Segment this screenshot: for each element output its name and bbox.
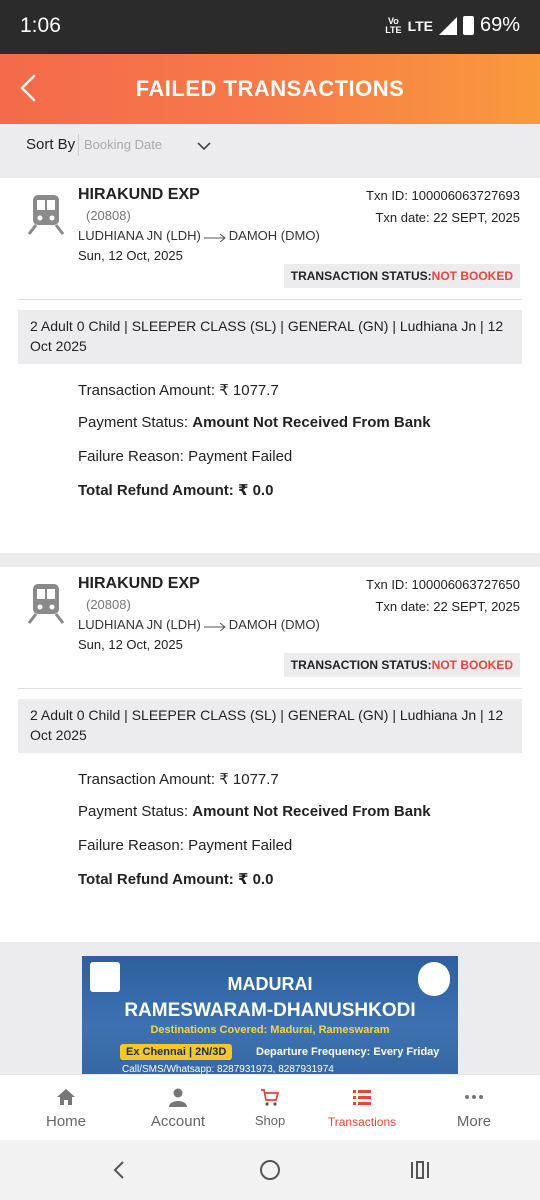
amount-row: Transaction Amount: ₹ 1077.7 xyxy=(78,382,279,399)
chevron-down-icon[interactable] xyxy=(196,138,212,154)
to-station: DAMOH (DMO) xyxy=(228,617,320,632)
person-icon xyxy=(169,1088,187,1107)
more-dots-icon xyxy=(465,1095,483,1099)
banner-contact: Call/SMS/Whatsapp: 8287931973, 828793197… xyxy=(122,1064,334,1074)
nav-label: More xyxy=(456,1113,492,1130)
banner-destinations: Destinations Covered: Madurai, Rameswara… xyxy=(150,1024,390,1036)
banner-subtitle: RAMESWARAM-DHANUSHKODI xyxy=(124,1000,416,1021)
clock: 1:06 xyxy=(20,14,61,37)
train-name: HIRAKUND EXP xyxy=(78,575,200,592)
banner-package-pill: Ex Chennai | 2N/3D xyxy=(120,1044,233,1060)
amount-row: Transaction Amount: ₹ 1077.7 xyxy=(78,771,279,788)
list-icon xyxy=(353,1090,371,1105)
txn-date: Txn date: 22 SEPT, 2025 xyxy=(375,210,520,225)
payment-status-row: Payment Status: Amount Not Received From… xyxy=(78,803,431,820)
nav-home[interactable]: Home xyxy=(12,1075,120,1141)
nav-label: Home xyxy=(45,1113,86,1130)
status-badge: TRANSACTION STATUS:NOT BOOKED xyxy=(283,264,520,288)
train-number: (20808) xyxy=(86,208,131,223)
home-icon xyxy=(57,1089,75,1105)
route: LUDHIANA JN (LDH) DAMOH (DMO) xyxy=(78,617,320,632)
page-title: FAILED TRANSACTIONS xyxy=(135,76,405,101)
txn-date: Txn date: 22 SEPT, 2025 xyxy=(375,599,520,614)
arrow-right-icon xyxy=(203,622,226,631)
journey-date: Sun, 12 Oct, 2025 xyxy=(78,637,183,652)
refund-row: Total Refund Amount: ₹ 0.0 xyxy=(78,482,274,499)
to-station: DAMOH (DMO) xyxy=(228,228,320,243)
nav-transactions[interactable]: Transactions xyxy=(308,1075,416,1141)
cart-icon xyxy=(261,1089,280,1106)
booking-summary: 2 Adult 0 Child | SLEEPER CLASS (SL) | G… xyxy=(18,699,522,753)
battery-icon xyxy=(462,16,474,35)
train-name: HIRAKUND EXP xyxy=(78,186,200,203)
transaction-card[interactable]: HIRAKUND EXP (20808) LUDHIANA JN (LDH) D… xyxy=(0,178,540,553)
battery-percent: 69% xyxy=(479,14,520,36)
booking-summary: 2 Adult 0 Child | SLEEPER CLASS (SL) | G… xyxy=(18,310,522,364)
nav-label: Transactions xyxy=(327,1115,397,1129)
sort-bar: Sort By Booking Date xyxy=(0,124,540,168)
nav-more[interactable]: More xyxy=(420,1075,528,1141)
system-navigation-bar xyxy=(0,1140,540,1200)
refund-row: Total Refund Amount: ₹ 0.0 xyxy=(78,871,274,888)
from-station: LUDHIANA JN (LDH) xyxy=(78,617,201,632)
train-number: (20808) xyxy=(86,597,131,612)
txn-id: Txn ID: 100006063727693 xyxy=(366,188,520,203)
banner-title: MADURAI xyxy=(227,974,313,994)
sort-label: Sort By xyxy=(26,136,76,153)
app-header: FAILED TRANSACTIONS xyxy=(0,54,540,124)
system-home-icon[interactable] xyxy=(258,1158,282,1182)
train-icon xyxy=(27,584,65,624)
failure-reason-row: Failure Reason: Payment Failed xyxy=(78,837,293,854)
divider xyxy=(18,688,522,689)
system-status-bar: 1:06 Vo LTE LTE 69% xyxy=(0,0,540,54)
status-badge: TRANSACTION STATUS:NOT BOOKED xyxy=(283,653,520,677)
network-type: LTE xyxy=(407,17,433,34)
journey-date: Sun, 12 Oct, 2025 xyxy=(78,248,183,263)
signal-icon xyxy=(438,16,457,35)
bottom-navigation: Home Account Shop Transactions More xyxy=(0,1074,540,1140)
status-indicators: Vo LTE LTE 69% xyxy=(385,14,520,37)
banner-frequency: Departure Frequency: Every Friday xyxy=(256,1046,440,1058)
from-station: LUDHIANA JN (LDH) xyxy=(78,228,201,243)
sort-dropdown[interactable]: Booking Date xyxy=(78,134,178,156)
failure-reason-row: Failure Reason: Payment Failed xyxy=(78,448,293,465)
arrow-right-icon xyxy=(203,233,226,242)
promo-banner[interactable]: MADURAI RAMESWARAM-DHANUSHKODI Destinati… xyxy=(82,956,458,1074)
system-back-icon[interactable] xyxy=(108,1158,132,1182)
transaction-card[interactable]: HIRAKUND EXP (20808) LUDHIANA JN (LDH) D… xyxy=(0,567,540,942)
system-recents-icon[interactable] xyxy=(408,1158,432,1182)
payment-status-row: Payment Status: Amount Not Received From… xyxy=(78,414,431,431)
route: LUDHIANA JN (LDH) DAMOH (DMO) xyxy=(78,228,320,243)
volte-indicator: Vo LTE xyxy=(385,15,402,35)
divider xyxy=(18,299,522,300)
train-icon xyxy=(27,195,65,235)
txn-id: Txn ID: 100006063727650 xyxy=(366,577,520,592)
